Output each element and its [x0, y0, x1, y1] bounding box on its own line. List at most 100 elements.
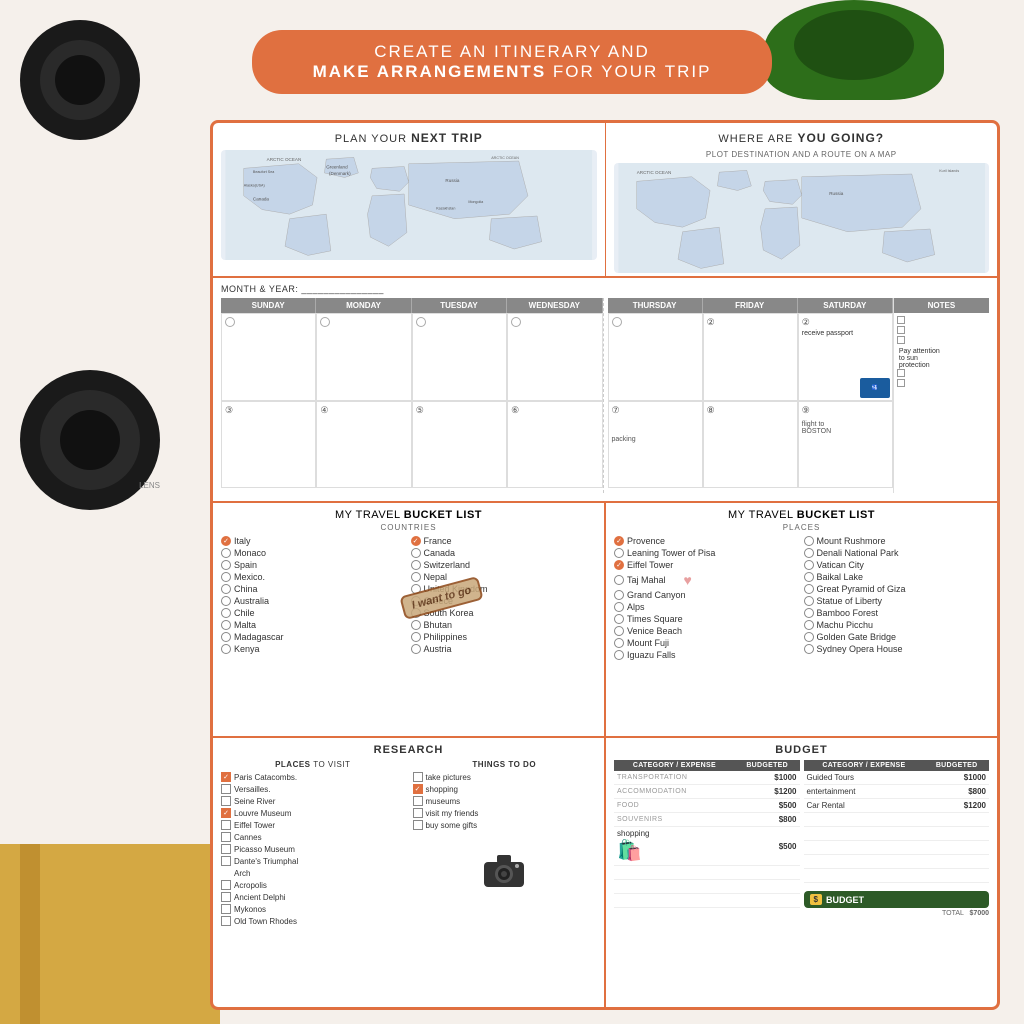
check-nepal	[411, 572, 421, 582]
research-acropolis: Acropolis	[221, 880, 405, 890]
check-grand-canyon	[614, 590, 624, 600]
bucket-item-sydney: Sydney Opera House	[804, 644, 990, 654]
cal-cell-thu1	[608, 313, 703, 401]
budget-row-empty3	[614, 894, 800, 908]
bucket-item-italy: Italy	[221, 536, 407, 546]
bucket-places-subtitle: PLACES	[614, 523, 989, 532]
header-line2-rest: FOR YOUR TRIP	[546, 62, 711, 81]
check-italy	[221, 536, 231, 546]
saturday-header: SATURDAY	[798, 298, 893, 313]
check-bhutan	[411, 620, 421, 630]
map-section: PLAN YOUR NEXT TRIP	[213, 123, 997, 278]
shopping-bag-icon: 🛍️	[617, 838, 732, 863]
check-delphi	[221, 892, 231, 902]
bucket-item-eiffel: Eiffel Tower	[614, 560, 800, 570]
sunday-header: SUNDAY	[221, 298, 316, 313]
calendar-grid: SUNDAY MONDAY TUESDAY WEDNESDAY ③	[221, 298, 989, 493]
cal-cell-mon2: ④	[316, 401, 411, 489]
bucket-item-golden-gate: Golden Gate Bridge	[804, 632, 990, 642]
check-rushmore	[804, 536, 814, 546]
check-museums	[413, 796, 423, 806]
bucket-item-grand-canyon: Grand Canyon	[614, 590, 800, 600]
entertainment-label: entertainment	[804, 785, 925, 799]
cal-body-right: ② ② receive passport 🛂 ⑦ packing	[608, 313, 893, 488]
total-amount: $7000	[970, 910, 989, 917]
check-friends	[413, 808, 423, 818]
check-venice	[614, 626, 624, 636]
bucket-countries-col2: France Canada Switzerland Nepal	[411, 536, 597, 656]
check-monaco	[221, 548, 231, 558]
friday-header: FRIDAY	[703, 298, 798, 313]
note-checkbox-3	[897, 336, 905, 344]
cal-cell-tue2: ⑤	[412, 401, 507, 489]
note-line-2	[897, 326, 986, 334]
cal-cell-wed2: ⑥	[507, 401, 602, 489]
svg-text:Beaufort Sea: Beaufort Sea	[253, 170, 275, 174]
bucket-item-venice: Venice Beach	[614, 626, 800, 636]
svg-text:Canada: Canada	[253, 196, 269, 201]
bucket-item-monaco: Monaco	[221, 548, 407, 558]
budget-title: BUDGET	[614, 744, 989, 756]
svg-text:(Denmark): (Denmark)	[329, 171, 351, 176]
bucket-item-fuji: Mount Fuji	[614, 638, 800, 648]
bucket-item-liberty: Statue of Liberty	[804, 596, 990, 606]
research-title: RESEARCH	[221, 744, 596, 756]
main-document: PLAN YOUR NEXT TRIP	[210, 120, 1000, 1010]
check-philippines	[411, 632, 421, 642]
bucket-countries-cols: Italy Monaco Spain Mexico.	[221, 536, 596, 656]
check-bamboo	[804, 608, 814, 618]
calendar-section: MONTH & YEAR: _______________ SUNDAY MON…	[213, 278, 997, 503]
bucket-item-kenya: Kenya	[221, 644, 407, 654]
cal-cell-sun2: ③	[221, 401, 316, 489]
check-madagascar	[221, 632, 231, 642]
budget-header-budgeted: BUDGETED	[735, 760, 800, 771]
notebook-decoration	[0, 844, 220, 1024]
note-line-1	[897, 316, 986, 324]
research-friends: visit my friends	[413, 808, 597, 818]
bucket-places-col2: Mount Rushmore Denali National Park Vati…	[804, 536, 990, 662]
check-pyramid	[804, 584, 814, 594]
cal-cell-mon1	[316, 313, 411, 401]
budget-header-category: CATEGORY / EXPENSE	[614, 760, 735, 771]
note-line-5	[897, 379, 986, 387]
bucket-item-times-square: Times Square	[614, 614, 800, 624]
budget-right-col: CATEGORY / EXPENSE BUDGETED Guided Tours…	[804, 760, 990, 917]
svg-text:Russia: Russia	[829, 191, 843, 196]
research-arch: Arch	[221, 868, 405, 878]
bucket-item-denali: Denali National Park	[804, 548, 990, 558]
heart-decoration: ♥	[684, 572, 692, 588]
cal-right-days: THURSDAY FRIDAY SATURDAY ② ② receive p	[608, 298, 893, 493]
bucket-places: MY TRAVEL BUCKET LIST PLACES Provence Le…	[606, 503, 997, 736]
budget-header-budgeted-r: BUDGETED	[924, 760, 989, 771]
check-denali	[804, 548, 814, 558]
bucket-item-vatican: Vatican City	[804, 560, 990, 570]
bucket-countries-col1: Italy Monaco Spain Mexico.	[221, 536, 407, 656]
camera-svg	[479, 850, 529, 890]
note-checkbox-4	[897, 369, 905, 377]
cal-header-right: THURSDAY FRIDAY SATURDAY	[608, 298, 893, 313]
check-austria	[411, 644, 421, 654]
check-provence	[614, 536, 624, 546]
check-versailles	[221, 784, 231, 794]
budget-row-empty-r2	[804, 827, 990, 841]
notes-content: Pay attention to sun protection	[894, 313, 989, 493]
camera-decoration	[0, 0, 180, 220]
bucket-item-canada: Canada	[411, 548, 597, 558]
research-picasso: Picasso Museum	[221, 844, 405, 854]
cal-cell-fri1: ②	[703, 313, 798, 401]
svg-text:Greenland: Greenland	[326, 164, 348, 169]
places-col-title: PLACES TO VISIT	[221, 760, 405, 769]
research-dante: Dante's Triumphal	[221, 856, 405, 866]
check-pictures	[413, 772, 423, 782]
check-pisa	[614, 548, 624, 558]
tours-label: Guided Tours	[804, 771, 925, 785]
bucket-item-pyramid: Great Pyramid of Giza	[804, 584, 990, 594]
lens-decoration: LENS	[10, 350, 170, 510]
research-columns: PLACES TO VISIT Paris Catacombs. Versail…	[221, 760, 596, 928]
notes-column: NOTES	[893, 298, 989, 493]
things-to-do: THINGS TO DO take pictures shopping muse…	[413, 760, 597, 928]
thursday-header: THURSDAY	[608, 298, 703, 313]
svg-text:ARCTIC OCEAN: ARCTIC OCEAN	[491, 156, 519, 160]
check-australia	[221, 596, 231, 606]
svg-text:ARCTIC OCEAN: ARCTIC OCEAN	[636, 170, 671, 175]
